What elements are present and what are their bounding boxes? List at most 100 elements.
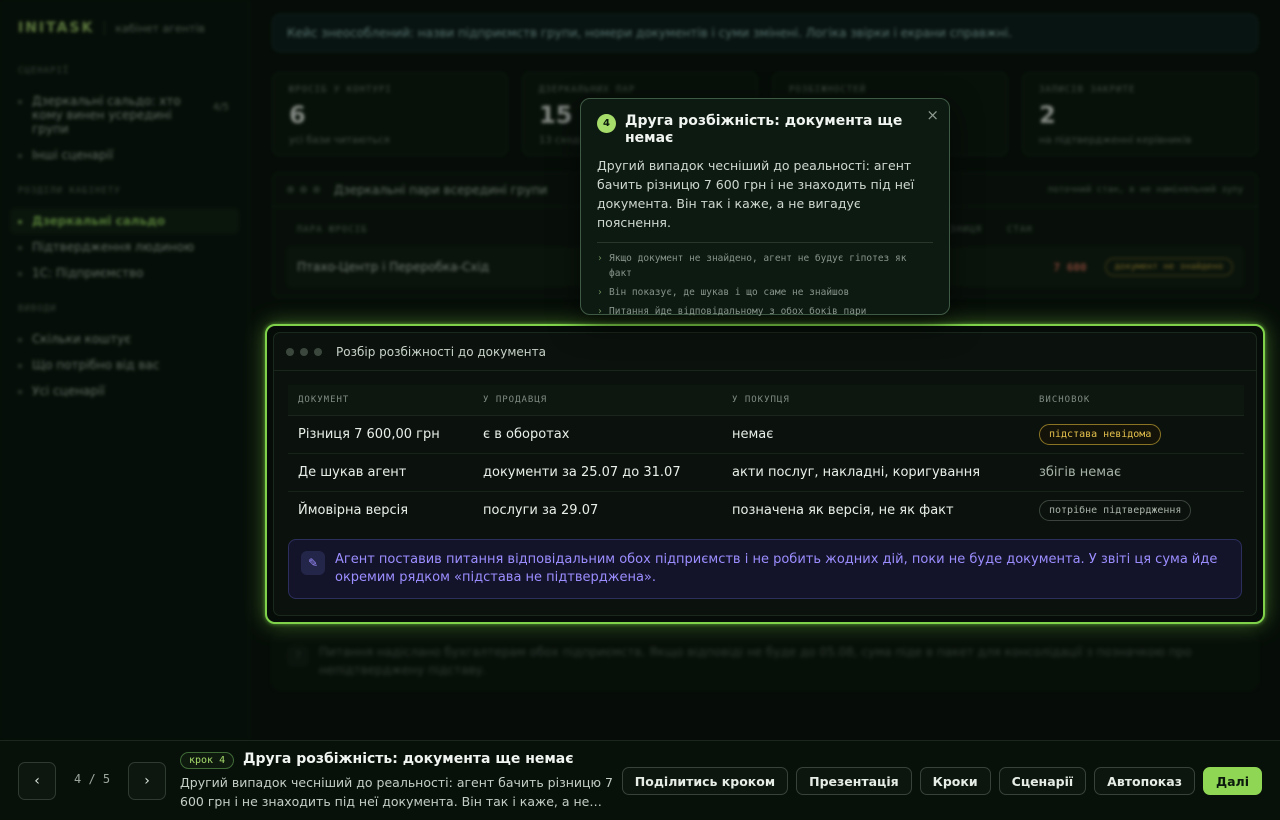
table-row[interactable]: Ймовірна версія послуги за 29.07 позначе… <box>288 491 1244 529</box>
question-icon: ? <box>287 645 309 667</box>
tooltip-header: 4 Друга розбіжність: документа ще немає <box>597 113 933 147</box>
next-step-button[interactable]: › <box>128 762 166 800</box>
sidebar-item-all-scenarios[interactable]: Усі сценарії <box>18 378 239 404</box>
bullet-icon <box>18 272 22 276</box>
stat-note: на підтвердженні керівників <box>1039 135 1192 146</box>
status-badge: підстава невідома <box>1039 423 1162 445</box>
step-badge: крок 4 <box>180 752 235 769</box>
cell-buyer: позначена як версія, не як факт <box>732 502 954 518</box>
sidebar-item-label: Підтвердження людиною <box>32 240 195 254</box>
tooltip-points: Якщо документ не знайдено, агент не буду… <box>597 251 933 319</box>
sidebar: INITASK кабінет агентів СЦЕНАРІЇ Дзеркал… <box>0 0 250 740</box>
column-header-seller: У ПРОДАВЦЯ <box>473 385 722 416</box>
sidebar-item-label: 1С: Підприємство <box>32 266 144 280</box>
step-number-badge: 4 <box>597 114 616 133</box>
status-badge: потрібне підтвердження <box>1039 499 1192 521</box>
step-counter: 4 / 5 <box>74 772 111 786</box>
nav-section-label: ВИВОДИ <box>18 304 57 314</box>
stat-value: 6 <box>289 101 306 129</box>
prev-step-button[interactable]: ‹ <box>18 762 56 800</box>
cell-document: Де шукав агент <box>288 453 473 492</box>
cell-seller: є в оборотах <box>473 415 722 454</box>
anonymized-banner: Кейс знеособлений: назви підприємств гру… <box>272 14 1258 52</box>
discrepancy-table: ДОКУМЕНТ У ПРОДАВЦЯ У ПОКУПЦЯ ВИСНОВОК Р… <box>288 385 1244 529</box>
step-tooltip: × 4 Друга розбіжність: документа ще нема… <box>580 98 950 319</box>
panel-header: Розбір розбіжності до документа <box>274 333 1256 371</box>
scenarios-button[interactable]: Сценарії <box>998 767 1087 795</box>
window-dot-icon <box>300 186 307 193</box>
bullet-icon <box>18 154 22 158</box>
stat-card: ЗАПИСІВ ЗАКРИТЕ 2 на підтвердженні керів… <box>1022 72 1258 156</box>
list-item: Питання йде відповідальному з обох боків… <box>597 304 933 319</box>
stat-label: ЮРОСІБ У КОНТУРІ <box>289 85 392 95</box>
table-header-row: ДОКУМЕНТ У ПРОДАВЦЯ У ПОКУПЦЯ ВИСНОВОК <box>288 385 1244 416</box>
tooltip-body: Другий випадок чесніший до реальності: а… <box>597 158 915 230</box>
cell-seller: документи за 25.07 до 31.07 <box>473 453 722 492</box>
cell-document: Різниця 7 600,00 грн <box>288 415 473 454</box>
share-step-button[interactable]: Поділитись кроком <box>621 767 789 795</box>
scenario-progress: 4/5 <box>212 102 229 113</box>
agent-note: ✎ Агент поставив питання відповідальним … <box>288 539 1242 599</box>
cell-seller: послуги за 29.07 <box>483 502 599 518</box>
sidebar-item-label: Що потрібно від вас <box>32 358 160 372</box>
stat-label: ДЗЕРКАЛЬНИХ ПАР <box>539 85 636 95</box>
step-title: Друга розбіжність: документа ще немає <box>243 751 574 767</box>
column-header-buyer: У ПОКУПЦЯ <box>722 385 1029 416</box>
nav-section-label: СЦЕНАРІЇ <box>18 66 70 76</box>
close-icon[interactable]: × <box>926 106 939 124</box>
presentation-button[interactable]: Презентація <box>796 767 912 795</box>
next-button[interactable]: Далі <box>1202 767 1262 795</box>
agent-note-text: Агент поставив питання відповідальним об… <box>335 552 1218 585</box>
table-row[interactable]: Різниця 7 600,00 грн є в оборотах немає … <box>288 415 1244 454</box>
steps-button[interactable]: Кроки <box>919 767 991 795</box>
column-header-document: ДОКУМЕНТ <box>288 385 473 416</box>
followup-text: Питання надіслано бухгалтерам обох підпр… <box>319 645 1192 677</box>
stat-label: ЗАПИСІВ ЗАКРИТЕ <box>1039 85 1136 95</box>
pencil-icon: ✎ <box>301 551 325 575</box>
window-dot-icon <box>287 186 294 193</box>
brand-divider <box>104 21 106 35</box>
tour-actions: Поділитись кроком Презентація Кроки Сцен… <box>621 767 1262 795</box>
divider <box>597 242 933 243</box>
pair-name: Птахо-Центр і Переробка-Схід <box>297 260 490 274</box>
cell-document: Ймовірна версія <box>298 502 409 518</box>
panel-title: Розбір розбіжності до документа <box>336 344 546 359</box>
bullet-icon <box>18 100 22 104</box>
discrepancy-panel: Розбір розбіжності до документа ДОКУМЕНТ… <box>273 332 1257 616</box>
sidebar-item-1c[interactable]: 1С: Підприємство <box>18 260 239 286</box>
cell-conclusion: потрібне підтвердження <box>1029 491 1244 529</box>
cell-buyer: акти послуг, накладні, коригування <box>722 453 1029 492</box>
sidebar-item-mirror-balances[interactable]: Дзеркальні сальдо <box>10 208 239 234</box>
sidebar-item-human-confirmation[interactable]: Підтвердження людиною <box>18 234 239 260</box>
sidebar-item-scenario[interactable]: Дзеркальні сальдо: хто кому винен усеред… <box>18 88 239 142</box>
sidebar-item-label: Дзеркальні сальдо: хто кому винен усеред… <box>32 94 181 136</box>
sidebar-item-requirements[interactable]: Що потрібно від вас <box>18 352 239 378</box>
window-dot-icon <box>300 347 308 356</box>
autoplay-button[interactable]: Автопоказ <box>1094 767 1195 795</box>
tooltip-title: Друга розбіжність: документа ще немає <box>625 113 903 146</box>
brand-subtitle: кабінет агентів <box>115 21 205 35</box>
column-header: СТАН <box>1007 225 1033 235</box>
status-badge: документ не знайдено <box>1104 258 1233 276</box>
pair-difference: 7 600 <box>1053 260 1087 274</box>
nav-section-label: РОЗДІЛИ КАБІНЕТУ <box>18 186 121 196</box>
panel-title: Дзеркальні пари всередині групи <box>334 182 548 197</box>
list-item: Якщо документ не знайдено, агент не буду… <box>597 251 933 281</box>
stat-card: ЮРОСІБ У КОНТУРІ 6 усі бази читаються <box>272 72 508 156</box>
table-row[interactable]: Де шукав агент документи за 25.07 до 31.… <box>288 453 1244 492</box>
sidebar-item-cost[interactable]: Скільки коштує <box>18 326 239 352</box>
sidebar-item-label: Дзеркальні сальдо <box>32 214 166 228</box>
column-header-conclusion: ВИСНОВОК <box>1029 385 1244 416</box>
brand: INITASK кабінет агентів <box>18 20 239 36</box>
sidebar-item-label: Усі сценарії <box>32 384 105 398</box>
cell-buyer: немає <box>722 415 1029 454</box>
sidebar-item-label: Скільки коштує <box>32 332 131 346</box>
list-item: Він показує, де шукав і що саме не знайш… <box>597 285 933 300</box>
stat-note: усі бази читаються <box>289 135 390 146</box>
step-description: Другий випадок чесніший до реальності: а… <box>180 775 613 809</box>
sidebar-item-other-scenarios[interactable]: Інші сценарії <box>18 142 239 168</box>
cell-conclusion: підстава невідома <box>1029 415 1244 454</box>
bullet-icon <box>18 220 22 224</box>
followup-message: ? Питання надіслано бухгалтерам обох під… <box>272 632 1258 690</box>
window-dot-icon <box>286 347 294 356</box>
